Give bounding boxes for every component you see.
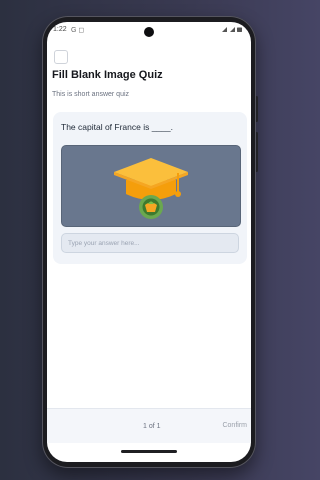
- front-camera: [144, 27, 154, 37]
- signal-battery-icon: [222, 27, 242, 32]
- app-screen: 1:22 G ◻ Fill Blank Image Quiz This is s…: [47, 22, 251, 462]
- question-card: The capital of France is ____.: [53, 112, 247, 264]
- status-time: 1:22: [53, 26, 67, 33]
- bottom-bar: 1 of 1 Confirm: [47, 408, 251, 443]
- question-image: [61, 145, 241, 227]
- graduation-cap-icon: [114, 158, 188, 219]
- question-text: The capital of France is ____.: [61, 122, 173, 132]
- page-indicator: 1 of 1: [143, 423, 161, 430]
- confirm-button[interactable]: Confirm: [222, 422, 247, 429]
- status-system-icons: [221, 26, 243, 35]
- page-subtitle: This is short answer quiz: [52, 91, 130, 98]
- home-indicator[interactable]: [121, 450, 177, 453]
- answer-input[interactable]: [61, 233, 239, 253]
- menu-button[interactable]: [54, 50, 68, 64]
- page-title: Fill Blank Image Quiz: [52, 69, 163, 81]
- status-notification-icons: G ◻: [71, 27, 85, 34]
